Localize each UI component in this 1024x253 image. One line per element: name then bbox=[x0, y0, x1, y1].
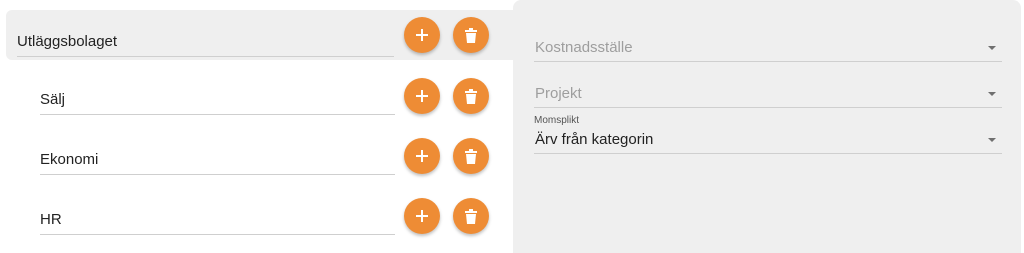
tree-row[interactable]: Ekonomi bbox=[0, 130, 512, 190]
dropdown-arrow-icon bbox=[988, 138, 996, 142]
category-name-field[interactable]: Ekonomi bbox=[40, 145, 395, 175]
plus-icon bbox=[416, 90, 428, 102]
trash-icon bbox=[465, 27, 477, 43]
category-name-text: Utläggsbolaget bbox=[17, 33, 118, 50]
cost-center-placeholder: Kostnadsställe bbox=[535, 39, 633, 56]
trash-icon bbox=[465, 88, 477, 104]
add-subcategory-button[interactable] bbox=[404, 198, 440, 234]
tree-row-selected[interactable]: Utläggsbolaget bbox=[6, 10, 514, 60]
project-select[interactable]: Projekt bbox=[534, 80, 1002, 108]
vat-value: Ärv från kategorin bbox=[535, 131, 654, 148]
dropdown-arrow-icon bbox=[988, 92, 996, 96]
project-placeholder: Projekt bbox=[535, 85, 582, 102]
delete-category-button[interactable] bbox=[453, 198, 489, 234]
category-tree: Utläggsbolaget Sälj Ekonomi HR bbox=[0, 0, 514, 253]
tree-row[interactable]: HR bbox=[0, 190, 512, 250]
add-subcategory-button[interactable] bbox=[404, 78, 440, 114]
delete-category-button[interactable] bbox=[453, 138, 489, 174]
category-details-panel: Kostnadsställe Projekt Momsplikt Ärv frå… bbox=[513, 0, 1021, 253]
plus-icon bbox=[416, 150, 428, 162]
vat-select[interactable]: Ärv från kategorin bbox=[534, 126, 1002, 154]
delete-category-button[interactable] bbox=[453, 78, 489, 114]
trash-icon bbox=[465, 208, 477, 224]
add-subcategory-button[interactable] bbox=[404, 138, 440, 174]
add-subcategory-button[interactable] bbox=[404, 17, 440, 53]
category-name-text: HR bbox=[40, 211, 62, 228]
tree-row[interactable]: Sälj bbox=[0, 70, 512, 130]
category-name-text: Ekonomi bbox=[40, 151, 99, 168]
cost-center-select[interactable]: Kostnadsställe bbox=[534, 34, 1002, 62]
category-name-field[interactable]: HR bbox=[40, 205, 395, 235]
plus-icon bbox=[416, 210, 428, 222]
trash-icon bbox=[465, 148, 477, 164]
delete-category-button[interactable] bbox=[453, 17, 489, 53]
plus-icon bbox=[416, 29, 428, 41]
category-name-field[interactable]: Utläggsbolaget bbox=[17, 27, 394, 57]
dropdown-arrow-icon bbox=[988, 46, 996, 50]
category-name-field[interactable]: Sälj bbox=[40, 85, 395, 115]
category-name-text: Sälj bbox=[40, 91, 66, 108]
